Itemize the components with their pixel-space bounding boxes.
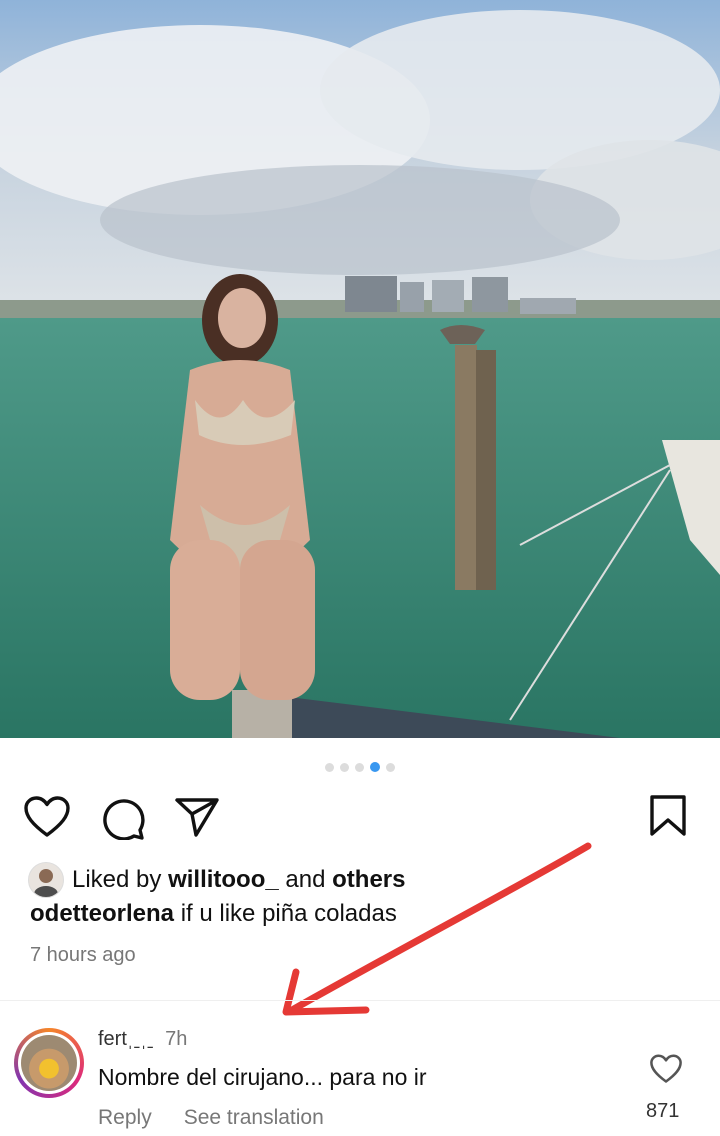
caption-username[interactable]: odetteorlena <box>30 900 174 927</box>
comment-button[interactable] <box>100 796 146 840</box>
like-button[interactable] <box>24 796 70 838</box>
bookmark-icon <box>650 795 686 836</box>
divider <box>0 1000 720 1001</box>
see-translation-button[interactable]: See translation <box>184 1106 324 1130</box>
comment-like-count: 871 <box>646 1100 680 1122</box>
carousel-dot-active <box>370 762 380 772</box>
comment-text: Nombre del cirujano... para no ir <box>98 1064 427 1090</box>
post-timestamp: 7 hours ago <box>30 944 136 966</box>
person-avatar-icon <box>34 869 58 897</box>
comment-username[interactable]: fertˌˍˌˍ <box>98 1028 154 1050</box>
comment-time: 7h <box>165 1028 188 1050</box>
carousel-dot <box>355 762 364 772</box>
photo-scene <box>0 0 720 738</box>
comment-header: fertˌˍˌˍ 7h <box>98 1028 187 1051</box>
comment-actions: Reply See translation <box>98 1106 324 1130</box>
heart-icon <box>24 796 70 837</box>
carousel-dot <box>325 762 334 772</box>
liker-avatar[interactable] <box>28 862 64 898</box>
liked-by-username[interactable]: willitooo_ <box>168 866 279 894</box>
avatar-ring <box>18 1032 80 1094</box>
reply-button[interactable]: Reply <box>98 1106 152 1130</box>
avatar-image <box>21 1035 77 1091</box>
save-button[interactable] <box>648 794 688 838</box>
comment-like-button[interactable] <box>650 1054 682 1089</box>
heart-icon <box>650 1054 682 1083</box>
carousel-indicator <box>0 760 720 774</box>
share-button[interactable] <box>174 796 220 838</box>
liked-by-prefix: Liked by <box>72 866 162 893</box>
carousel-dot <box>340 762 349 772</box>
paper-plane-icon <box>175 798 219 837</box>
comment-avatar[interactable] <box>14 1028 84 1098</box>
comment-bubble-icon <box>103 799 145 840</box>
carousel-dot <box>386 762 395 772</box>
post-photo[interactable] <box>0 0 720 738</box>
